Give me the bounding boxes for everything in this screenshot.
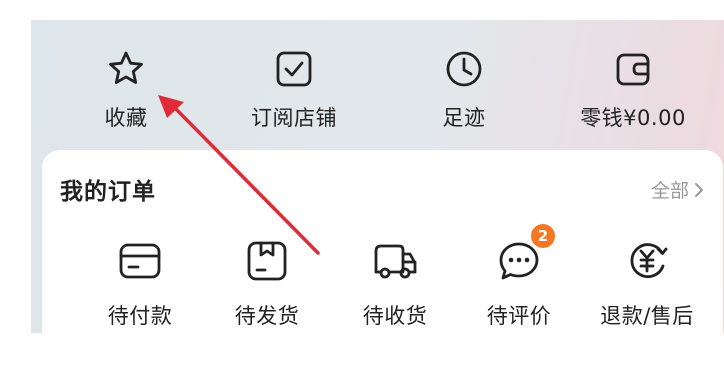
order-refund-aftersales[interactable]: 退款/售后 <box>587 230 707 333</box>
quick-link-subscribed-shops[interactable]: 订阅店铺 <box>244 20 344 150</box>
my-orders-card: 我的订单 全部 待付款 待发货 待收货 2 待评价 退款/售后 <box>42 150 723 333</box>
quick-link-favorites[interactable]: 收藏 <box>76 20 176 150</box>
my-orders-title: 我的订单 <box>60 179 156 205</box>
quick-link-label: 足迹 <box>442 106 486 130</box>
profile-panel: 收藏 订阅店铺 足迹 零钱¥0.00 我的订单 全部 待付款 待发货 待收货 2… <box>31 20 724 333</box>
quick-link-history[interactable]: 足迹 <box>414 20 514 150</box>
clock-icon <box>446 51 482 87</box>
order-label: 待收货 <box>362 304 428 328</box>
order-label: 待付款 <box>107 304 173 328</box>
star-icon <box>109 51 143 84</box>
quick-link-label: 收藏 <box>104 106 148 130</box>
wallet-icon <box>616 53 650 86</box>
box-icon <box>247 241 287 281</box>
quick-link-label: 订阅店铺 <box>251 106 337 130</box>
order-label: 退款/售后 <box>600 304 694 328</box>
review-count-badge: 2 <box>531 224 555 248</box>
order-label: 待评价 <box>486 304 552 328</box>
order-pending-receipt[interactable]: 待收货 <box>335 230 455 333</box>
truck-icon <box>374 244 417 279</box>
quick-link-wallet[interactable]: 零钱¥0.00 <box>580 20 686 150</box>
order-pending-payment[interactable]: 待付款 <box>80 230 200 333</box>
checkbox-icon <box>276 51 312 87</box>
refund-icon <box>630 243 668 279</box>
card-icon <box>119 243 161 279</box>
order-pending-review[interactable]: 2 待评价 <box>459 224 579 333</box>
quick-link-label: 零钱¥0.00 <box>580 106 686 130</box>
chevron-right-icon <box>695 182 703 197</box>
order-pending-shipment[interactable]: 待发货 <box>207 230 327 333</box>
order-label: 待发货 <box>234 304 300 328</box>
all-orders-label: 全部 <box>650 180 689 202</box>
all-orders-link[interactable]: 全部 <box>651 176 705 203</box>
